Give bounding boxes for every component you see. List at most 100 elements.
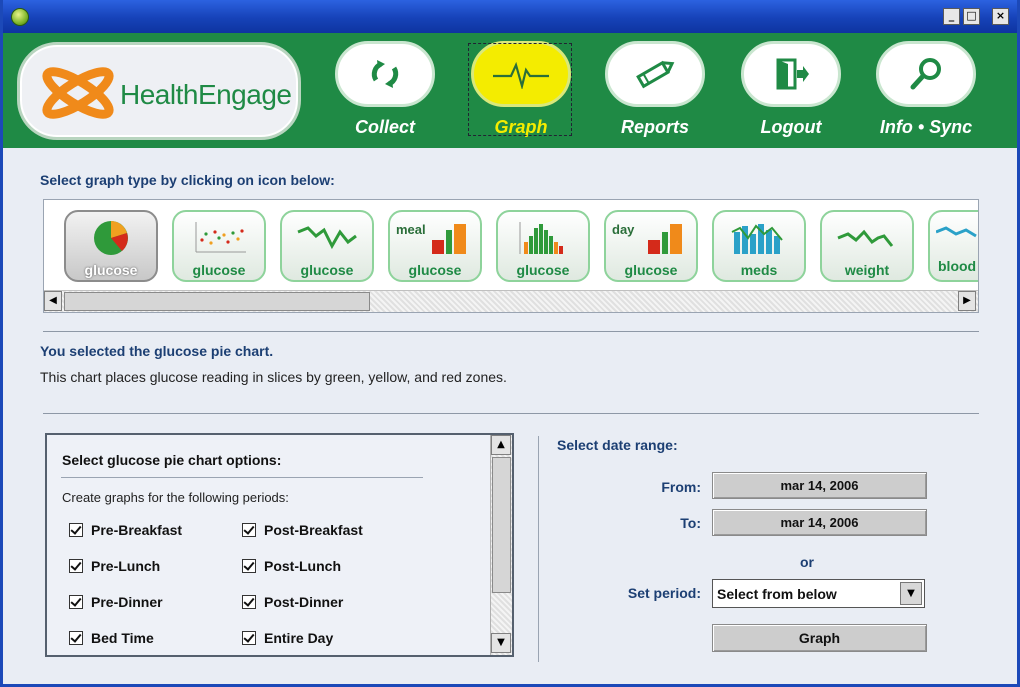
graph-label: glucose [624,262,678,278]
options-subtitle: Create graphs for the following periods: [62,490,289,505]
app-window: _ □ × HealthEngage Collect Graph Reports… [0,0,1020,687]
graph-label: glucose [408,262,462,278]
checkbox-post-lunch[interactable]: Post-Lunch [242,558,341,574]
nav-label: Collect [354,117,415,137]
logo: HealthEngage [17,42,301,140]
gallery-scrollbar[interactable]: ◀ ▶ [44,290,978,312]
graph-glucose-histogram[interactable]: glucose [496,210,590,282]
scroll-right-icon: ▶ [963,295,971,306]
gallery-scroll-thumb[interactable] [64,292,370,311]
meal-bar-chart-icon [432,224,466,254]
graph-label: glucose [300,262,354,278]
period-select[interactable]: Select from below ▼ [712,579,925,608]
graph-weight[interactable]: weight [820,210,914,282]
from-label: From: [661,479,701,495]
checkbox-label: Entire Day [264,630,334,646]
maximize-icon: □ [966,9,977,22]
scroll-left-button[interactable]: ◀ [44,291,62,311]
to-date-button[interactable]: mar 14, 2006 [712,509,927,536]
focus-outline [468,43,572,136]
logo-x-icon [42,67,114,119]
set-period-label: Set period: [627,585,701,601]
checkbox-pre-lunch[interactable]: Pre-Lunch [69,558,160,574]
day-tag: day [612,222,635,237]
nav-label: Logout [760,117,822,137]
graph-button[interactable]: Graph [712,624,927,652]
scroll-up-icon: ▲ [497,439,505,450]
checkbox-pre-breakfast[interactable]: Pre-Breakfast [69,522,182,538]
checkbox-label: Pre-Lunch [91,558,161,574]
checkbox-label: Post-Breakfast [264,522,363,538]
minimize-button[interactable]: _ [943,8,960,25]
reports-pill[interactable] [605,41,705,107]
close-icon: × [995,9,1006,22]
graph-meds[interactable]: meds [712,210,806,282]
from-date-button[interactable]: mar 14, 2006 [712,472,927,499]
checkbox-entire-day[interactable]: Entire Day [242,630,333,646]
meds-chart-icon [731,224,783,254]
graph-label: glucose [516,262,570,278]
nav-info-sync[interactable]: Info • Sync [874,41,978,138]
vertical-divider [538,436,539,662]
graph-glucose-line[interactable]: glucose [280,210,374,282]
graph-type-gallery: glucose glucose glucose meal glucose glu… [43,199,979,313]
checkbox-box[interactable] [242,523,256,537]
options-scrollbar[interactable]: ▲ ▼ [490,435,512,655]
checkbox-box[interactable] [69,595,83,609]
chevron-down-icon[interactable]: ▼ [900,582,922,605]
scroll-down-icon: ▼ [497,637,505,648]
checkbox-label: Post-Dinner [264,594,344,610]
period-select-value: Select from below [717,586,837,602]
minimize-icon: _ [948,9,955,22]
graph-glucose-scatter[interactable]: glucose [172,210,266,282]
selected-chart-title: You selected the glucose pie chart. [40,343,274,359]
day-bar-chart-icon [648,224,682,254]
options-divider [61,477,423,478]
scatter-chart-icon [195,222,246,253]
nav-label: Info • Sync [879,117,973,137]
logo-text: HealthEngage [120,79,292,110]
options-scroll-thumb[interactable] [492,457,511,593]
scroll-left-icon: ◀ [49,295,57,306]
graph-label: meds [740,262,778,278]
divider [43,331,979,332]
checkbox-box[interactable] [69,631,83,645]
graph-glucose-meal-bar[interactable]: meal glucose [388,210,482,282]
checkbox-box[interactable] [69,559,83,573]
nav-reports[interactable]: Reports [603,41,707,138]
nav-collect[interactable]: Collect [333,41,437,138]
checkbox-bed-time[interactable]: Bed Time [69,630,154,646]
app-icon[interactable] [11,8,29,26]
refresh-icon [371,60,399,88]
pie-chart-icon [94,221,128,255]
checkbox-box[interactable] [242,595,256,609]
checkbox-box[interactable] [242,559,256,573]
scroll-down-button[interactable]: ▼ [491,633,511,653]
maximize-button[interactable]: □ [963,8,980,25]
info-sync-pill[interactable] [876,41,976,107]
magnifier-icon [910,58,941,90]
nav-logout[interactable]: Logout [739,41,843,138]
checkbox-post-dinner[interactable]: Post-Dinner [242,594,343,610]
title-bar[interactable]: _ □ × [3,0,1017,33]
date-range-title: Select date range: [557,437,678,453]
graph-glucose-day-bar[interactable]: day glucose [604,210,698,282]
logout-pill[interactable] [741,41,841,107]
checkbox-box[interactable] [242,631,256,645]
nav-label: Reports [620,117,689,137]
scroll-up-button[interactable]: ▲ [491,435,511,455]
graph-type-title: Select graph type by clicking on icon be… [40,172,335,188]
collect-pill[interactable] [335,41,435,107]
graph-label: glucose [192,262,246,278]
close-button[interactable]: × [992,8,1009,25]
checkbox-post-breakfast[interactable]: Post-Breakfast [242,522,363,538]
scroll-right-button[interactable]: ▶ [958,291,976,311]
checkbox-box[interactable] [69,523,83,537]
graph-glucose-pie[interactable]: glucose [64,210,158,282]
to-label: To: [680,515,701,531]
divider [43,413,979,414]
graph-label: blood press [938,258,978,274]
checkbox-label: Pre-Dinner [91,594,163,610]
graph-blood-pressure[interactable]: blood press [928,210,978,282]
checkbox-pre-dinner[interactable]: Pre-Dinner [69,594,163,610]
